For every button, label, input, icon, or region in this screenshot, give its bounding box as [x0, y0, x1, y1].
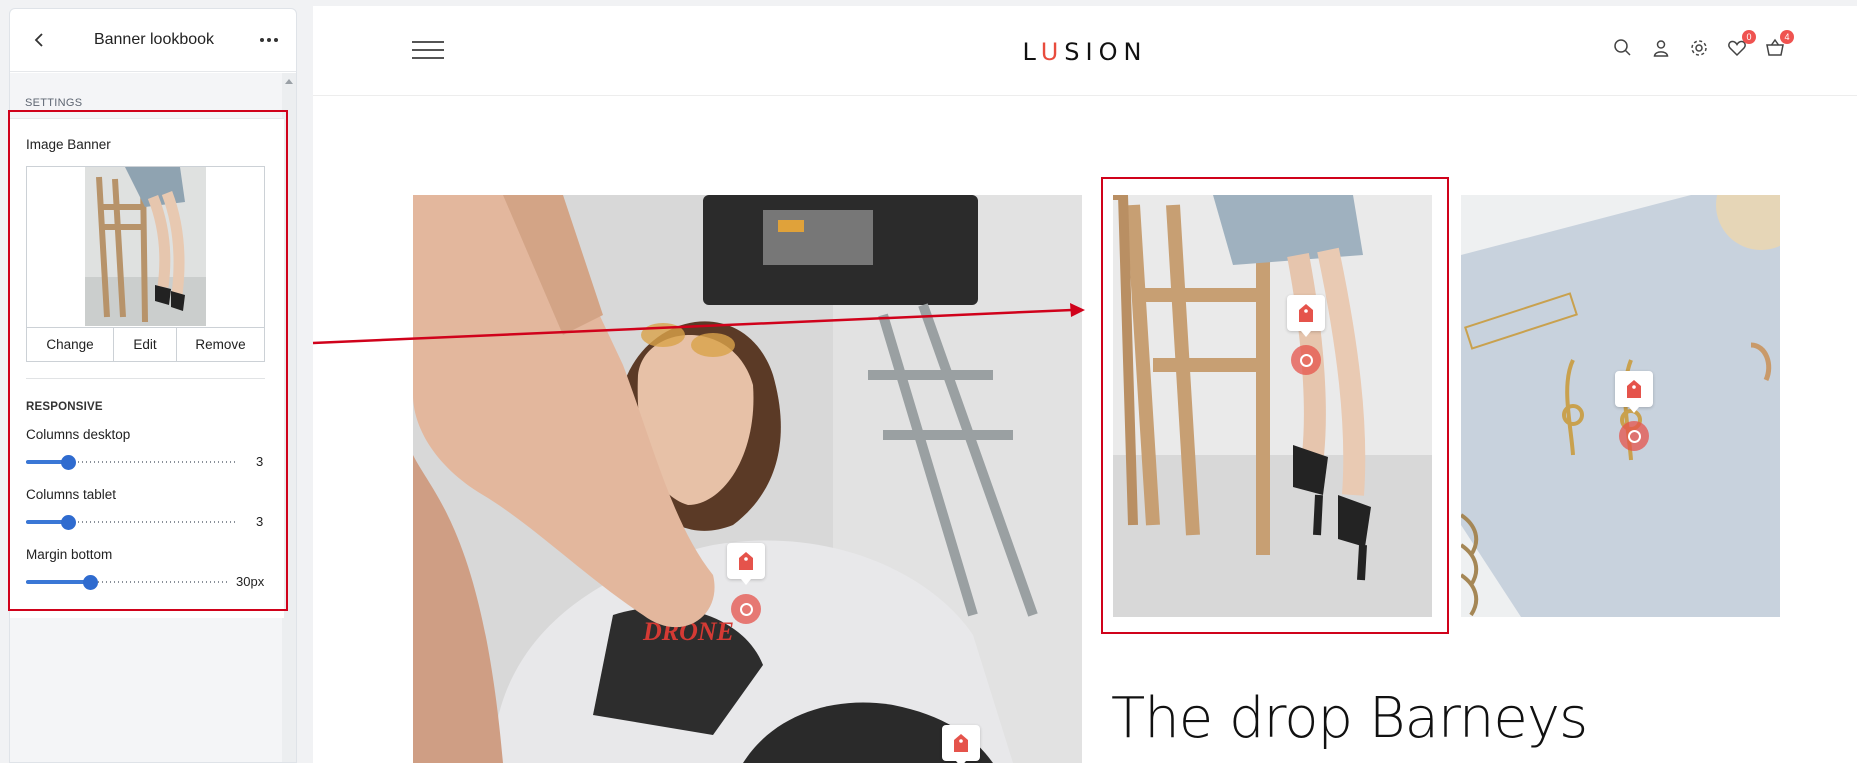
- search-icon[interactable]: [1613, 38, 1633, 58]
- product-hotspot-tag[interactable]: [1615, 371, 1653, 413]
- site-header: LUSION 0 4: [313, 6, 1857, 96]
- storefront-preview: LUSION 0 4 DRONE The drop Barneys: [313, 6, 1857, 763]
- slider-knob[interactable]: [61, 515, 76, 530]
- divider: [26, 378, 265, 379]
- banner-thumbnail-art: [85, 167, 206, 326]
- scrollbar[interactable]: [282, 73, 296, 762]
- slider-knob[interactable]: [61, 455, 76, 470]
- lookbook-image-earrings: [1461, 195, 1780, 617]
- columns-desktop-label: Columns desktop: [26, 427, 131, 442]
- product-hotspot-dot[interactable]: [731, 594, 761, 624]
- columns-desktop-slider[interactable]: [26, 455, 237, 470]
- price-tag-icon: [1627, 380, 1641, 398]
- price-tag-icon: [739, 552, 753, 570]
- scroll-up-icon[interactable]: [285, 79, 293, 84]
- columns-desktop-value: 3: [256, 454, 264, 469]
- image-preview-well: [26, 166, 265, 327]
- slider-knob[interactable]: [83, 575, 98, 590]
- product-hotspot-dot[interactable]: [1291, 345, 1321, 375]
- lookbook-main-image: DRONE: [413, 195, 1082, 763]
- margin-bottom-slider[interactable]: [26, 575, 227, 590]
- logo-accent: U: [1040, 38, 1065, 66]
- app-root: Banner lookbook SETTINGS Image Banner Ch…: [0, 0, 1857, 763]
- settings-sidebar: Banner lookbook SETTINGS Image Banner Ch…: [0, 0, 300, 763]
- ellipsis-icon: [260, 38, 278, 42]
- image-banner-label: Image Banner: [26, 137, 111, 152]
- logo-part: L: [1022, 38, 1041, 66]
- gear-icon[interactable]: [1689, 38, 1709, 58]
- main-image-art: DRONE: [413, 195, 1082, 763]
- responsive-heading: RESPONSIVE: [26, 401, 103, 413]
- lookbook-headline: The drop Barneys: [1111, 686, 1588, 751]
- settings-card: Banner lookbook SETTINGS Image Banner Ch…: [9, 8, 297, 763]
- product-hotspot-tag[interactable]: [727, 543, 765, 585]
- columns-tablet-label: Columns tablet: [26, 487, 117, 502]
- user-icon[interactable]: [1651, 38, 1671, 58]
- lookbook-image-chair: [1113, 195, 1432, 617]
- settings-scroll-area[interactable]: SETTINGS Image Banner Change Edit Remove…: [10, 73, 296, 762]
- margin-bottom-value: 30px: [236, 574, 265, 589]
- back-button[interactable]: [24, 25, 54, 55]
- remove-image-button[interactable]: Remove: [177, 328, 264, 361]
- price-tag-icon: [954, 734, 968, 752]
- product-hotspot-dot[interactable]: [1619, 421, 1649, 451]
- columns-tablet-value: 3: [256, 514, 264, 529]
- price-tag-icon: [1299, 304, 1313, 322]
- wishlist-count-badge: 0: [1742, 30, 1756, 44]
- heart-icon[interactable]: 0: [1727, 30, 1756, 58]
- cart-icon[interactable]: 4: [1765, 30, 1794, 58]
- product-hotspot-tag[interactable]: [942, 725, 980, 763]
- panel-title: Banner lookbook: [93, 31, 215, 48]
- image-actions: Change Edit Remove: [26, 327, 265, 362]
- panel-header: Banner lookbook: [10, 9, 296, 72]
- margin-bottom-label: Margin bottom: [26, 547, 113, 562]
- more-options-button[interactable]: [254, 25, 284, 55]
- product-hotspot-tag[interactable]: [1287, 295, 1325, 337]
- settings-group: Image Banner Change Edit Remove RESPONSI…: [10, 118, 284, 618]
- section-label-settings: SETTINGS: [25, 97, 83, 109]
- change-image-button[interactable]: Change: [27, 328, 114, 361]
- edit-image-button[interactable]: Edit: [114, 328, 177, 361]
- banner-thumbnail: [85, 167, 206, 326]
- columns-tablet-slider[interactable]: [26, 515, 237, 530]
- chair-image-art: [1113, 195, 1432, 617]
- cart-count-badge: 4: [1780, 30, 1794, 44]
- header-icons: 0 4: [1613, 30, 1794, 58]
- chevron-left-icon: [34, 33, 43, 47]
- logo-part: SION: [1064, 38, 1148, 66]
